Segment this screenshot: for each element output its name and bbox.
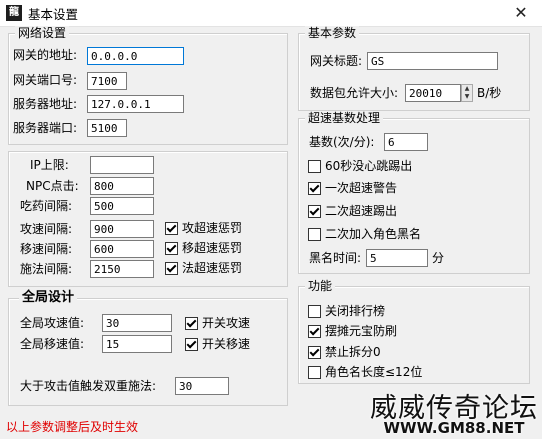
name-length-checkbox[interactable]: 角色名长度≤12位 [308, 365, 422, 379]
check-icon [165, 241, 178, 255]
spell-interval-input[interactable]: 2150 [90, 260, 154, 278]
server-port-label: 服务器端口: [13, 121, 78, 135]
overspeed-base-label: 基数(次/分): [309, 135, 375, 149]
blacklist-time-input[interactable]: 5 [366, 249, 428, 267]
check-icon [308, 204, 321, 218]
check-icon [165, 261, 178, 275]
footer-note: 以上参数调整后及时生效 [6, 420, 139, 434]
global-attack-label: 全局攻速值: [20, 316, 85, 330]
first-overspeed-warn-label: 一次超速警告 [325, 181, 398, 195]
check-icon [165, 221, 178, 235]
gateway-port-label: 网关端口号: [13, 73, 78, 87]
move-penalty-label: 移超速惩罚 [182, 241, 243, 255]
gateway-title-label: 网关标题: [310, 54, 363, 68]
name-length-label: 角色名长度≤12位 [325, 365, 423, 379]
window-title: 基本设置 [28, 7, 79, 22]
packet-size-input[interactable]: 20010 [405, 84, 461, 102]
spell-penalty-checkbox[interactable]: 法超速惩罚 [165, 261, 242, 275]
drug-interval-label: 吃药间隔: [20, 199, 73, 213]
close-ranking-checkbox[interactable]: 关闭排行榜 [308, 304, 385, 318]
gateway-title-input[interactable]: GS [367, 52, 498, 70]
first-overspeed-warn-checkbox[interactable]: 一次超速警告 [308, 181, 397, 195]
check-icon [308, 324, 321, 338]
title-bar: 龍 基本设置 ✕ [0, 0, 542, 27]
global-move-toggle[interactable]: 开关移速 [185, 337, 250, 351]
heartbeat-kick-checkbox[interactable]: 60秒没心跳踢出 [308, 159, 412, 173]
global-settings-title: 全局设计 [19, 291, 78, 305]
close-button[interactable]: ✕ [510, 2, 532, 24]
move-interval-input[interactable]: 600 [90, 240, 154, 258]
packet-size-label: 数据包允许大小: [310, 86, 399, 100]
check-icon [185, 337, 198, 351]
stall-antiflood-checkbox[interactable]: 摆摊元宝防刷 [308, 324, 397, 338]
move-penalty-checkbox[interactable]: 移超速惩罚 [165, 241, 242, 255]
gateway-address-input[interactable]: 0.0.0.0 [87, 47, 184, 65]
check-icon [185, 316, 198, 330]
check-icon [308, 181, 321, 195]
watermark: 威威传奇论坛 WWW.GM88.NET [370, 386, 538, 437]
watermark-url: WWW.GM88.NET [383, 419, 525, 437]
packet-size-unit: B/秒 [477, 86, 502, 100]
spell-interval-label: 施法间隔: [20, 262, 73, 276]
functions-title: 功能 [305, 279, 336, 293]
global-move-input[interactable]: 15 [102, 335, 172, 353]
attack-interval-input[interactable]: 900 [90, 220, 154, 238]
double-cast-label: 大于攻击值触发双重施法: [20, 379, 157, 393]
forbid-split-label: 禁止拆分0 [325, 345, 381, 359]
overspeed-base-input[interactable]: 6 [384, 133, 428, 151]
gateway-port-input[interactable]: 7100 [87, 72, 127, 90]
checkbox-icon [308, 304, 321, 318]
ip-limit-label: IP上限: [30, 158, 69, 172]
npc-click-label: NPC点击: [26, 179, 79, 193]
checkbox-icon [308, 159, 321, 173]
basic-params-title: 基本参数 [305, 26, 360, 40]
attack-interval-label: 攻速间隔: [20, 222, 73, 236]
server-address-input[interactable]: 127.0.0.1 [87, 95, 184, 113]
spin-down-icon[interactable]: ▼ [462, 93, 472, 101]
blacklist-label: 二次加入角色黑名 [325, 227, 422, 241]
spin-up-icon[interactable]: ▲ [462, 85, 472, 93]
drug-interval-input[interactable]: 500 [90, 197, 154, 215]
blacklist-time-unit: 分 [432, 251, 445, 265]
close-ranking-label: 关闭排行榜 [325, 304, 386, 318]
blacklist-time-label: 黑名时间: [309, 251, 362, 265]
global-move-label: 全局移速值: [20, 337, 85, 351]
global-attack-toggle-label: 开关攻速 [202, 316, 251, 330]
second-overspeed-kick-label: 二次超速踢出 [325, 204, 398, 218]
checkbox-icon [308, 227, 321, 241]
checkbox-icon [308, 365, 321, 379]
server-port-input[interactable]: 5100 [87, 119, 127, 137]
server-address-label: 服务器地址: [13, 97, 78, 111]
double-cast-input[interactable]: 30 [175, 377, 229, 395]
attack-penalty-checkbox[interactable]: 攻超速惩罚 [165, 221, 242, 235]
heartbeat-kick-label: 60秒没心跳踢出 [325, 159, 413, 173]
move-interval-label: 移速间隔: [20, 242, 73, 256]
second-overspeed-kick-checkbox[interactable]: 二次超速踢出 [308, 204, 397, 218]
npc-click-input[interactable]: 800 [90, 177, 154, 195]
gateway-address-label: 网关的地址: [13, 48, 78, 62]
check-icon [308, 345, 321, 359]
spell-penalty-label: 法超速惩罚 [182, 261, 243, 275]
network-settings-title: 网络设置 [15, 26, 70, 40]
global-attack-toggle[interactable]: 开关攻速 [185, 316, 250, 330]
forbid-split-checkbox[interactable]: 禁止拆分0 [308, 345, 381, 359]
attack-penalty-label: 攻超速惩罚 [182, 221, 243, 235]
ip-limit-input[interactable] [90, 156, 154, 174]
overspeed-title: 超速基数处理 [305, 111, 384, 125]
global-attack-input[interactable]: 30 [102, 314, 172, 332]
global-move-toggle-label: 开关移速 [202, 337, 251, 351]
stall-antiflood-label: 摆摊元宝防刷 [325, 324, 398, 338]
packet-size-spinner[interactable]: ▲ ▼ [461, 84, 473, 102]
app-icon: 龍 [6, 5, 22, 21]
blacklist-checkbox[interactable]: 二次加入角色黑名 [308, 227, 421, 241]
